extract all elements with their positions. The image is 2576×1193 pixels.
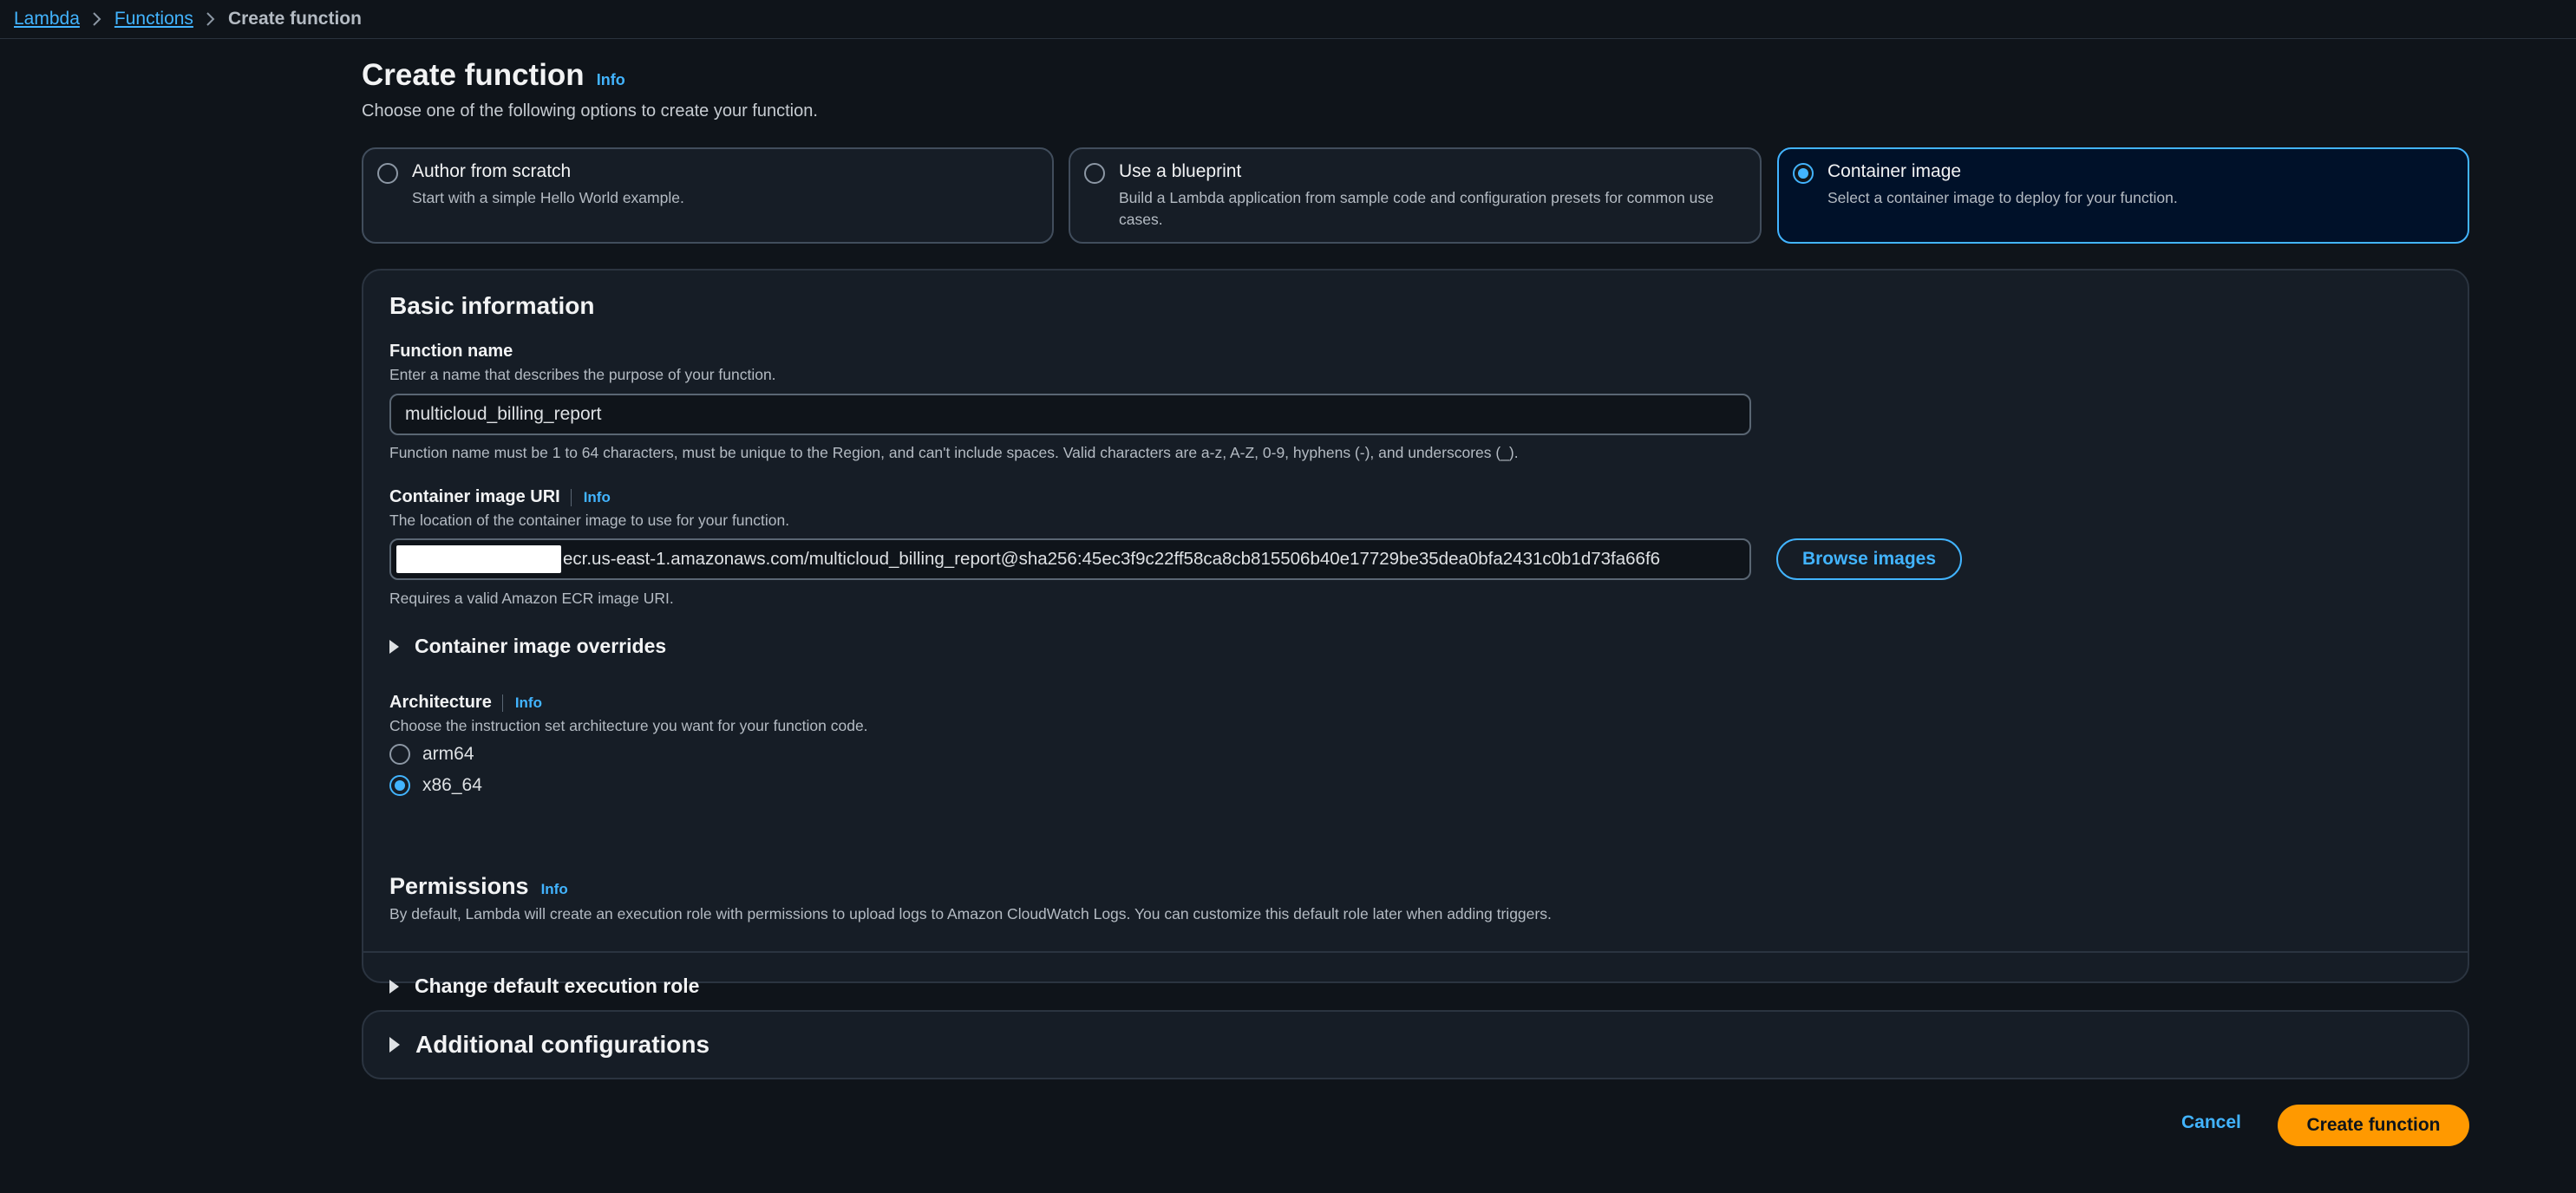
change-default-execution-role-toggle[interactable]: Change default execution role [389, 975, 699, 998]
function-name-constraint: Function name must be 1 to 64 characters… [389, 444, 1519, 461]
divider [570, 488, 572, 506]
page-title: Create function [362, 58, 585, 92]
option-title: Use a blueprint [1119, 161, 1242, 181]
option-desc: Select a container image to deploy for y… [1827, 189, 2178, 206]
architecture-info-link[interactable]: Info [515, 694, 542, 712]
option-desc: Start with a simple Hello World example. [412, 189, 684, 206]
architecture-option-arm64[interactable]: arm64 [389, 744, 474, 765]
additional-configurations-label: Additional configurations [415, 1031, 710, 1058]
function-name-desc: Enter a name that describes the purpose … [389, 366, 776, 383]
radio-icon[interactable] [377, 163, 398, 184]
architecture-desc: Choose the instruction set architecture … [389, 717, 868, 734]
additional-configurations-panel[interactable]: Additional configurations [362, 1010, 2469, 1079]
option-author-from-scratch[interactable]: Author from scratch Start with a simple … [362, 147, 1054, 244]
option-title: Author from scratch [412, 161, 572, 181]
function-name-label-text: Function name [389, 342, 513, 361]
architecture-option-label: x86_64 [422, 775, 482, 795]
container-image-uri-value: ecr.us-east-1.amazonaws.com/multicloud_b… [563, 549, 1661, 569]
container-image-uri-info-link[interactable]: Info [584, 489, 611, 506]
cancel-button[interactable]: Cancel [2181, 1112, 2241, 1133]
redacted-account-id [396, 545, 561, 573]
container-image-overrides-label: Container image overrides [415, 635, 667, 657]
radio-selected-icon[interactable] [1793, 163, 1814, 184]
breadcrumb-current: Create function [227, 9, 362, 29]
breadcrumb-functions[interactable]: Functions [114, 9, 193, 29]
permissions-header: Permissions Info [389, 873, 568, 900]
divider [501, 694, 503, 712]
radio-selected-icon[interactable] [389, 775, 410, 796]
breadcrumb: Lambda Functions Create function [0, 0, 2576, 39]
radio-icon[interactable] [1084, 163, 1105, 184]
create-function-button[interactable]: Create function [2278, 1105, 2469, 1146]
change-default-execution-role-label: Change default execution role [415, 975, 700, 997]
function-name-label: Function name [389, 342, 513, 362]
page-info-link[interactable]: Info [597, 71, 625, 89]
option-use-a-blueprint[interactable]: Use a blueprint Build a Lambda applicati… [1069, 147, 1762, 244]
architecture-label: Architecture Info [389, 693, 542, 713]
chevron-right-icon [193, 10, 228, 28]
breadcrumb-lambda[interactable]: Lambda [14, 9, 80, 29]
container-image-uri-input[interactable]: ecr.us-east-1.amazonaws.com/multicloud_b… [389, 538, 1751, 580]
basic-information-title: Basic information [389, 292, 595, 319]
permissions-desc: By default, Lambda will create an execut… [389, 905, 1552, 922]
radio-icon[interactable] [389, 744, 410, 765]
container-image-uri-label: Container image URI Info [389, 487, 611, 507]
permissions-info-link[interactable]: Info [541, 881, 568, 898]
architecture-option-label: arm64 [422, 744, 474, 764]
chevron-right-icon [80, 10, 114, 28]
option-container-image[interactable]: Container image Select a container image… [1777, 147, 2469, 244]
option-desc: Build a Lambda application from sample c… [1119, 189, 1714, 228]
container-image-overrides-toggle[interactable]: Container image overrides [389, 635, 666, 658]
function-name-input[interactable]: multicloud_billing_report [389, 394, 1751, 435]
architecture-option-x86-64[interactable]: x86_64 [389, 775, 482, 796]
caret-right-icon [389, 1037, 400, 1053]
page-header: Create function Info [362, 58, 625, 93]
architecture-label-text: Architecture [389, 693, 492, 712]
option-title: Container image [1827, 161, 1962, 181]
container-image-uri-hint: Requires a valid Amazon ECR image URI. [389, 590, 674, 607]
caret-right-icon [389, 979, 399, 994]
container-image-uri-desc: The location of the container image to u… [389, 512, 790, 529]
section-divider [363, 951, 2468, 953]
page-subtitle: Choose one of the following options to c… [362, 101, 818, 121]
permissions-title: Permissions [389, 873, 529, 899]
caret-right-icon [389, 639, 399, 654]
browse-images-button[interactable]: Browse images [1776, 538, 1962, 580]
basic-information-panel: Basic information Function name Enter a … [362, 269, 2469, 997]
additional-configurations-toggle[interactable]: Additional configurations [389, 1031, 709, 1059]
container-image-uri-label-text: Container image URI [389, 487, 560, 506]
